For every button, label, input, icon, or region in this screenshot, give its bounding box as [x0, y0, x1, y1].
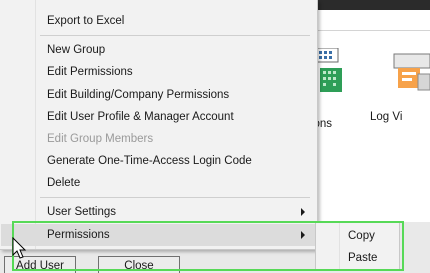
menu-item-delete[interactable]: Delete	[47, 173, 80, 193]
menu-item-permissions[interactable]: Permissions	[47, 225, 110, 245]
submenu-item-copy[interactable]: Copy	[348, 226, 375, 246]
toolbar-divider	[312, 30, 430, 31]
submenu-icon-gutter	[316, 223, 340, 269]
menu-item-edit-permissions[interactable]: Edit Permissions	[47, 62, 133, 82]
menu-item-edit-group-members: Edit Group Members	[47, 133, 154, 145]
mouse-cursor-icon	[12, 237, 27, 259]
menu-item-new-group[interactable]: New Group	[47, 40, 105, 60]
menu-item-user-settings[interactable]: User Settings	[47, 202, 116, 222]
log-viewer-label: Log Vi	[370, 111, 403, 123]
menu-item-export-to-excel[interactable]: Export to Excel	[47, 11, 124, 31]
submenu-arrow-icon	[301, 231, 305, 239]
permissions-submenu: Copy Paste	[315, 222, 400, 270]
log-icon[interactable]	[388, 52, 430, 92]
submenu-item-paste[interactable]: Paste	[348, 248, 377, 268]
menu-icon-gutter	[0, 0, 36, 249]
close-button[interactable]: Close	[98, 256, 180, 273]
context-menu: Export to Excel New Group Edit Permissio…	[0, 0, 318, 250]
menu-item-edit-building-company-permissions[interactable]: Edit Building/Company Permissions	[47, 85, 229, 105]
menu-separator	[40, 197, 310, 198]
submenu-arrow-icon	[301, 208, 305, 216]
menu-separator	[40, 35, 310, 36]
menu-item-edit-user-profile[interactable]: Edit User Profile & Manager Account	[47, 107, 234, 127]
menu-item-generate-login-code[interactable]: Generate One-Time-Access Login Code	[47, 151, 252, 171]
